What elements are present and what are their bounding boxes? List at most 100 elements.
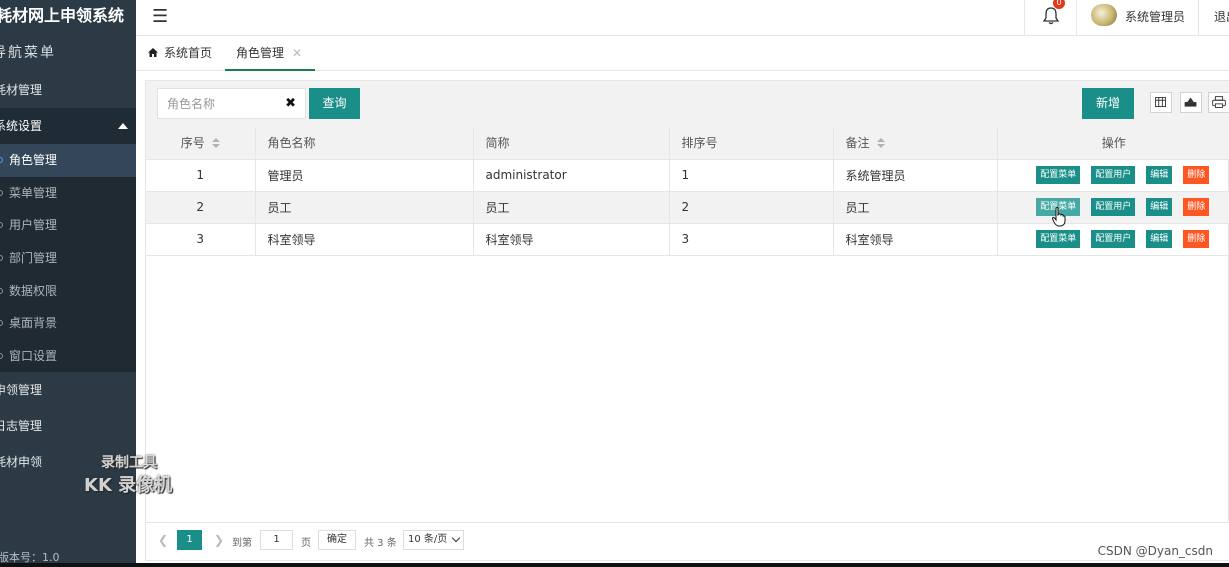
- sort-icon[interactable]: [211, 138, 220, 149]
- cell-role-name: 科室领导: [255, 223, 474, 256]
- sidebar-item-label: 申领管理: [0, 383, 43, 398]
- header-label: 序号: [180, 136, 205, 151]
- clear-icon[interactable]: ✖: [285, 96, 296, 111]
- edit-button[interactable]: 编辑: [1146, 198, 1173, 216]
- watermark-line2: KK 录像机: [84, 475, 173, 496]
- table-row: 3 科室领导 科室领导 3 科室领导 配置菜单 配置用户 编辑 删除: [146, 223, 1229, 256]
- logout-link[interactable]: 退出: [1214, 8, 1229, 25]
- columns-icon[interactable]: [1150, 92, 1172, 113]
- column-header-remark[interactable]: 备注: [833, 127, 998, 160]
- cell-remark: 系统管理员: [833, 159, 998, 192]
- sidebar-item-label: 角色管理: [9, 153, 58, 168]
- chevron-up-icon: [118, 123, 128, 129]
- home-icon: [148, 48, 158, 57]
- delete-button[interactable]: 删除: [1183, 198, 1210, 216]
- sidebar-item-label: 菜单管理: [9, 185, 58, 200]
- role-panel: ✖ 查询 新增 序号 角色名称 简称 排序号 备注 操作: [145, 80, 1229, 561]
- sidebar-item-menu-management[interactable]: 菜单管理: [0, 177, 136, 210]
- config-menu-button[interactable]: 配置菜单: [1036, 230, 1081, 248]
- export-icon[interactable]: [1180, 92, 1202, 113]
- sidebar-item-label: 数据权限: [9, 283, 58, 298]
- cell-no: 3: [146, 223, 256, 256]
- column-header-no[interactable]: 序号: [146, 127, 256, 160]
- table-row: 1 管理员 administrator 1 系统管理员 配置菜单 配置用户 编辑…: [146, 159, 1229, 192]
- sidebar-item-label: 用户管理: [9, 218, 58, 233]
- config-user-button[interactable]: 配置用户: [1091, 198, 1136, 216]
- goto-page-input[interactable]: 1: [260, 530, 293, 550]
- bell-icon[interactable]: [1041, 6, 1061, 26]
- circle-icon: [0, 255, 3, 262]
- menu-icon[interactable]: ☰: [152, 6, 168, 27]
- circle-icon: [0, 352, 3, 359]
- search-box: ✖: [157, 88, 306, 119]
- nav-header: 导航菜单: [0, 45, 56, 61]
- user-name[interactable]: 系统管理员: [1125, 8, 1185, 25]
- add-button[interactable]: 新增: [1082, 88, 1134, 119]
- config-user-button[interactable]: 配置用户: [1091, 230, 1136, 248]
- delete-button[interactable]: 删除: [1183, 166, 1210, 184]
- table-row: 2 员工 员工 2 员工 配置菜单 配置用户 编辑 删除: [146, 191, 1229, 224]
- role-name-search-input[interactable]: [158, 89, 278, 118]
- app-title: 耗材网上申领系统: [0, 6, 125, 25]
- delete-button[interactable]: 删除: [1183, 230, 1210, 248]
- csdn-credit: CSDN @Dyan_csdn: [1097, 544, 1213, 558]
- cell-remark: 员工: [833, 191, 998, 224]
- notification-badge: 0: [1053, 0, 1065, 9]
- chevron-left-icon[interactable]: ❮: [158, 533, 168, 547]
- cell-short-name: 员工: [473, 191, 670, 224]
- close-icon[interactable]: ✕: [292, 46, 302, 60]
- pagination: ❮ 1 ❯ 到第 1 页 确定 共 3 条 10 条/页: [146, 522, 1229, 560]
- divider: [1198, 0, 1199, 36]
- sidebar-item-role-management[interactable]: 角色管理: [0, 144, 136, 177]
- sidebar-item-dept-management[interactable]: 部门管理: [0, 242, 136, 275]
- top-bar: ☰ 0 系统管理员 退出: [136, 0, 1229, 36]
- bottom-edge: [0, 563, 1229, 567]
- column-header-short-name: 简称: [473, 127, 670, 160]
- chevron-right-icon[interactable]: ❯: [214, 533, 224, 547]
- total-count: 共 3 条: [364, 538, 397, 549]
- cell-remark: 科室领导: [833, 223, 998, 256]
- cell-no: 1: [146, 159, 256, 192]
- page-unit-label: 页: [301, 538, 311, 549]
- sidebar-item-label: 耗材管理: [0, 83, 43, 97]
- sidebar-item-data-permission[interactable]: 数据权限: [0, 274, 136, 307]
- config-user-button[interactable]: 配置用户: [1091, 166, 1136, 184]
- print-icon[interactable]: [1208, 92, 1229, 113]
- sort-icon[interactable]: [876, 138, 885, 149]
- chevron-down-icon: [451, 533, 461, 543]
- page-size-select[interactable]: 10 条/页: [403, 530, 464, 550]
- sidebar-item-label: 耗材申领: [0, 455, 43, 470]
- sidebar-item-window-settings[interactable]: 窗口设置: [0, 340, 136, 373]
- sidebar-item-desktop-background[interactable]: 桌面背景: [0, 307, 136, 340]
- sidebar-item-log-management[interactable]: 日志管理: [0, 408, 136, 444]
- column-header-sort-no: 排序号: [669, 127, 834, 160]
- edit-button[interactable]: 编辑: [1146, 230, 1173, 248]
- hand-cursor-icon: [1052, 207, 1066, 227]
- cell-role-name: 员工: [255, 191, 474, 224]
- avatar[interactable]: [1091, 4, 1117, 26]
- edit-button[interactable]: 编辑: [1146, 166, 1173, 184]
- sidebar-item-label: 桌面背景: [9, 316, 58, 331]
- cell-role-name: 管理员: [255, 159, 474, 192]
- tab-label: 角色管理: [236, 46, 285, 60]
- sidebar-item-requisition-management[interactable]: 申领管理: [0, 372, 136, 408]
- circle-icon: [0, 287, 3, 294]
- watermark-line1: 录制工具: [101, 455, 157, 471]
- circle-icon: [0, 320, 3, 327]
- column-header-role-name: 角色名称: [255, 127, 474, 160]
- sidebar-item-user-management[interactable]: 用户管理: [0, 209, 136, 242]
- tab-role-management[interactable]: 角色管理 ✕: [225, 36, 315, 71]
- sidebar-item-system-settings[interactable]: 系统设置: [0, 108, 136, 144]
- table-header-row: 序号 角色名称 简称 排序号 备注 操作: [146, 127, 1229, 160]
- query-button[interactable]: 查询: [309, 88, 360, 119]
- tab-home[interactable]: 系统首页: [148, 36, 212, 71]
- cell-actions: 配置菜单 配置用户 编辑 删除: [997, 191, 1229, 224]
- tab-bar: 系统首页 角色管理 ✕: [136, 36, 1229, 71]
- circle-icon: [0, 189, 3, 196]
- circle-icon: [0, 222, 3, 229]
- sidebar-item-label: 窗口设置: [9, 348, 58, 363]
- page-current[interactable]: 1: [177, 530, 202, 550]
- confirm-button[interactable]: 确定: [318, 530, 356, 550]
- sidebar-item-consumables[interactable]: 耗材管理: [0, 72, 136, 108]
- config-menu-button[interactable]: 配置菜单: [1036, 166, 1081, 184]
